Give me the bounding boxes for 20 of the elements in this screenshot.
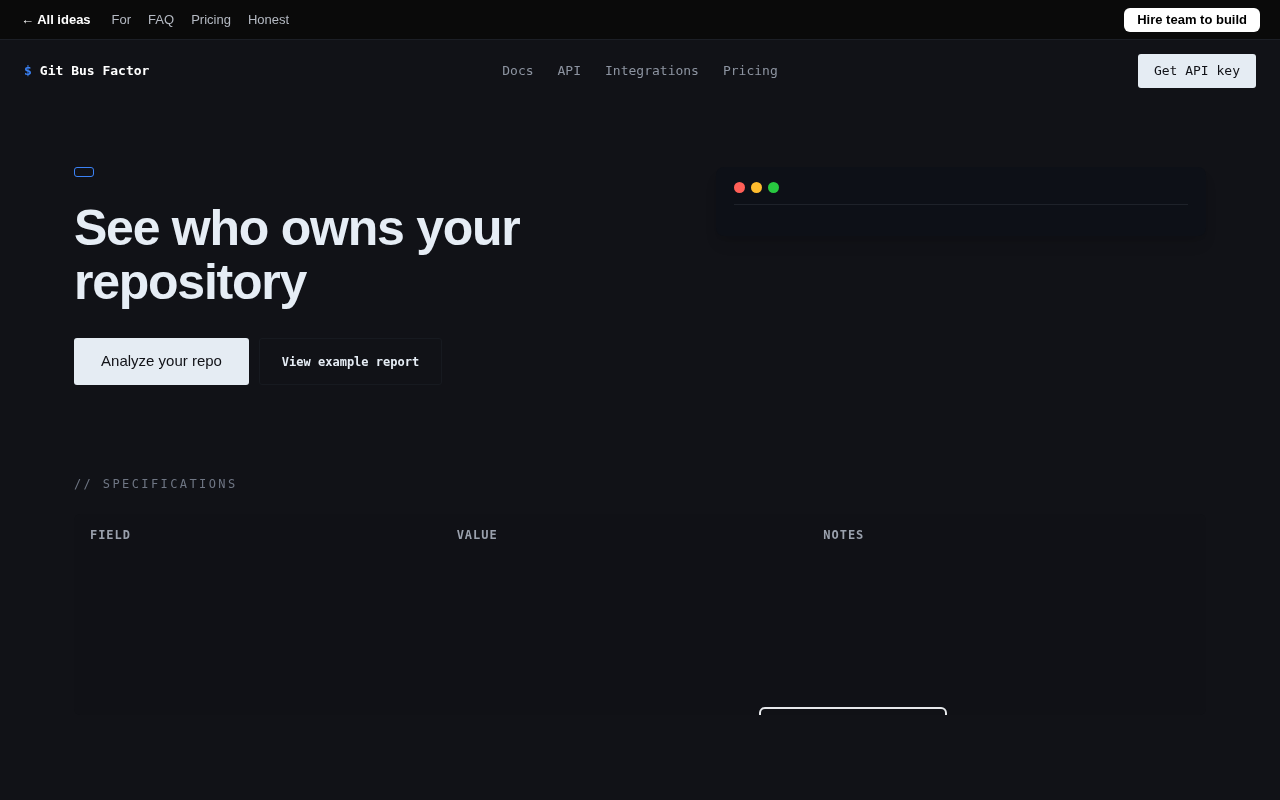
- top-bar-link[interactable]: Honest: [247, 9, 290, 30]
- nav-link[interactable]: Pricing: [722, 61, 778, 81]
- nav-link[interactable]: Integrations: [605, 61, 699, 81]
- top-bar-link[interactable]: For: [111, 9, 132, 30]
- top-bar-link[interactable]: Pricing: [191, 9, 231, 30]
- nav-link[interactable]: Docs: [502, 61, 534, 81]
- hero-headline: See who owns your repository: [74, 201, 521, 309]
- table-header-cell-text: VALUE: [456, 527, 498, 544]
- logo-dollar-mark: $: [24, 62, 32, 81]
- top-bar-link[interactable]: FAQ: [148, 9, 175, 30]
- table-header-cell-text: FIELD: [90, 527, 131, 544]
- table-header-cell-text: NOTES: [823, 527, 865, 544]
- hire-team-button[interactable]: Hire team to build: [1124, 7, 1260, 32]
- analyze-repo-button[interactable]: Analyze your repo: [74, 338, 249, 385]
- section-heading: // SPECIFICATIONS: [74, 476, 238, 493]
- logo-text[interactable]: Git Bus Factor: [39, 61, 150, 81]
- back-link[interactable]: ← All ideas: [21, 9, 91, 30]
- view-example-report-button[interactable]: View example report: [259, 338, 442, 385]
- get-api-key-button[interactable]: Get API key: [1137, 54, 1256, 88]
- nav-link[interactable]: API: [557, 61, 582, 81]
